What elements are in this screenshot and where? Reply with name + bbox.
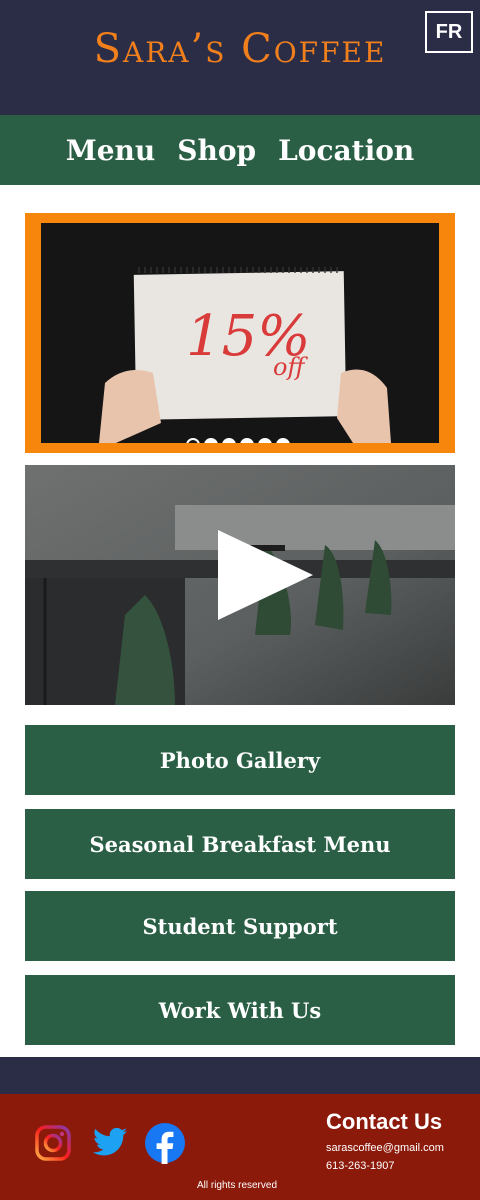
- site-header: Sara’s Coffee FR: [0, 0, 480, 115]
- carousel-dot[interactable]: [240, 438, 254, 443]
- main-nav: Menu Shop Location: [0, 115, 480, 185]
- carousel-dot[interactable]: [222, 438, 236, 443]
- nav-item-menu[interactable]: Menu: [66, 134, 156, 167]
- cafe-video-player[interactable]: [25, 465, 455, 705]
- contact-title: Contact Us: [326, 1109, 443, 1134]
- carousel-dot[interactable]: [258, 438, 272, 443]
- contact-email[interactable]: sarascoffee@gmail.com: [326, 1142, 444, 1154]
- language-toggle-button[interactable]: FR: [425, 11, 473, 53]
- photo-gallery-button[interactable]: Photo Gallery: [25, 725, 455, 795]
- footer-band: [0, 1057, 480, 1094]
- nav-item-location[interactable]: Location: [278, 134, 414, 167]
- student-support-button[interactable]: Student Support: [25, 891, 455, 961]
- nav-item-shop[interactable]: Shop: [177, 134, 256, 167]
- carousel-dot[interactable]: [204, 438, 218, 443]
- twitter-icon[interactable]: [92, 1127, 128, 1164]
- promo-image: 15% off: [41, 223, 439, 443]
- site-footer: Contact Us sarascoffee@gmail.com 613-263…: [0, 1094, 480, 1200]
- seasonal-breakfast-menu-button[interactable]: Seasonal Breakfast Menu: [25, 809, 455, 879]
- carousel-dots: [186, 438, 290, 443]
- site-logo[interactable]: Sara’s Coffee: [0, 26, 480, 72]
- instagram-icon[interactable]: [34, 1124, 72, 1167]
- carousel-dot[interactable]: [186, 438, 200, 443]
- facebook-icon[interactable]: [144, 1122, 186, 1169]
- promo-carousel[interactable]: 15% off: [25, 213, 455, 453]
- contact-phone[interactable]: 613-263-1907: [326, 1160, 395, 1172]
- carousel-dot[interactable]: [276, 438, 290, 443]
- promo-sign-subtext: off: [273, 353, 308, 381]
- copyright-text: All rights reserved: [196, 1180, 278, 1191]
- work-with-us-button[interactable]: Work With Us: [25, 975, 455, 1045]
